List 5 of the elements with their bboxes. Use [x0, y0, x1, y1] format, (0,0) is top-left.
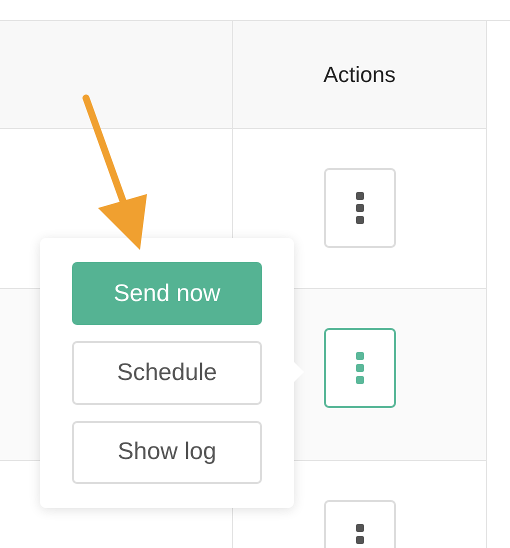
menu-button[interactable]: Schedule	[72, 341, 262, 405]
kebab-icon	[354, 351, 364, 385]
kebab-icon	[354, 191, 364, 225]
column-header: Actions	[323, 62, 396, 88]
menu-button[interactable]: Show log	[72, 420, 262, 484]
